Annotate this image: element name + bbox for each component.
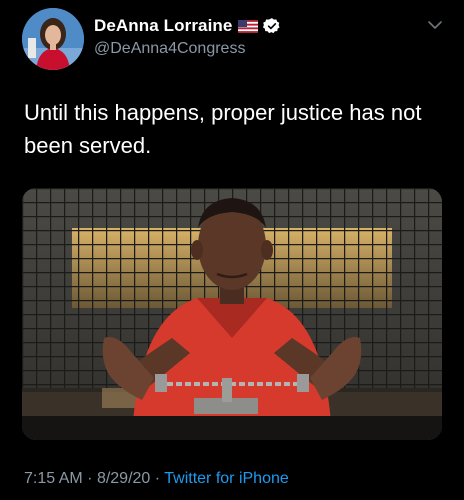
meta-separator: · [87,470,93,487]
handle[interactable]: @DeAnna4Congress [94,40,245,58]
tweet: DeAnna Lorraine @DeAnna4Congress Until t… [0,0,464,500]
verified-badge-icon [263,17,281,35]
chevron-down-icon[interactable] [426,18,444,32]
tweet-text: Until this happens, proper justice has n… [24,100,422,158]
us-flag-icon [238,19,259,33]
tweet-time[interactable]: 7:15 AM [24,470,83,487]
display-name[interactable]: DeAnna Lorraine [94,16,232,36]
avatar[interactable] [22,8,84,70]
tweet-image[interactable] [22,188,442,440]
avatar-photo [22,8,84,70]
tweet-source-link[interactable]: Twitter for iPhone [164,470,289,487]
tweet-date[interactable]: 8/29/20 [97,470,150,487]
name-row: DeAnna Lorraine [94,15,281,37]
tweet-meta: 7:15 AM · 8/29/20 · Twitter for iPhone [24,470,289,488]
meta-separator: · [154,470,161,487]
photo-illustration [22,188,442,440]
